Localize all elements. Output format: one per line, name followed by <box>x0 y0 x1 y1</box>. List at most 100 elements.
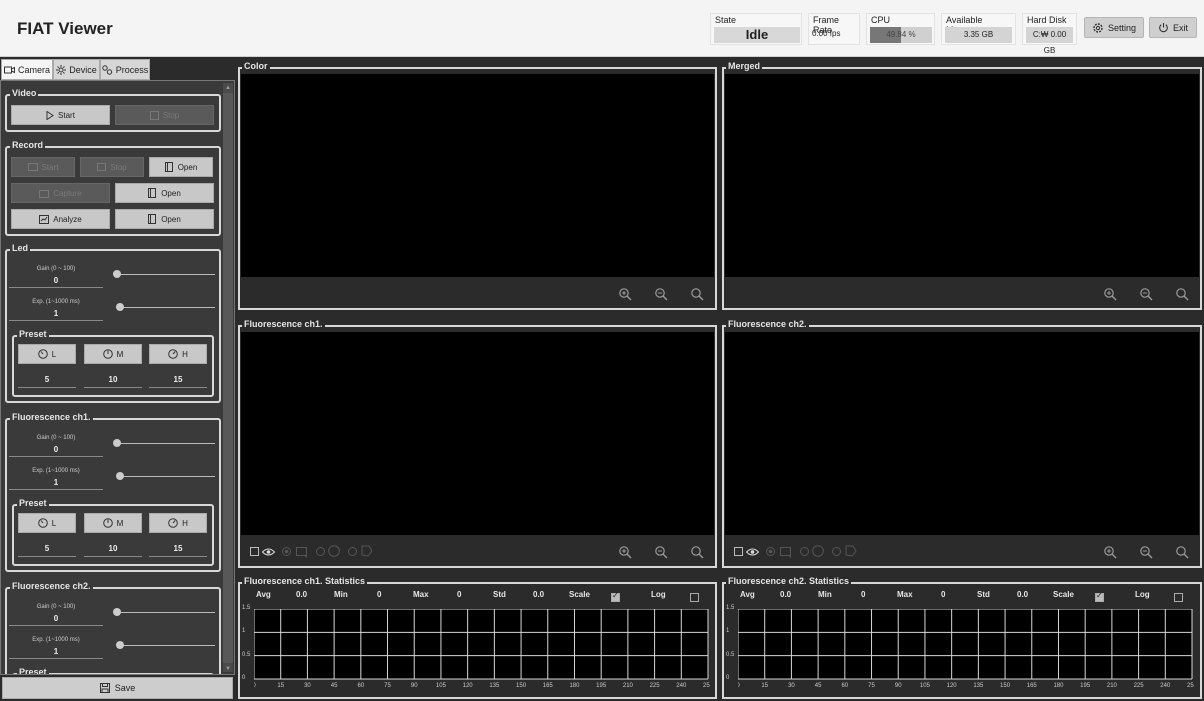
led-exp-slider-thumb[interactable] <box>116 303 124 311</box>
video-stop-button[interactable]: Stop <box>115 105 214 125</box>
scale-checkbox[interactable] <box>1095 591 1104 602</box>
x-tick-label: 210 <box>1107 683 1118 687</box>
stop-icon <box>149 110 159 120</box>
log-checkbox[interactable] <box>690 593 699 602</box>
led-preset-l-button[interactable]: L <box>18 344 76 364</box>
disk-value: C:₩ 0.00 GB <box>1026 27 1073 55</box>
play-icon <box>46 110 54 120</box>
fluo1-exp-slider-thumb[interactable] <box>116 472 124 480</box>
fluo2-panel: Fluorescence ch2. <box>722 319 1202 568</box>
tab-process-label: Process <box>115 64 149 75</box>
fluo2-preset-group: Preset <box>12 667 214 674</box>
fluo1-gain-slider-thumb[interactable] <box>113 439 121 447</box>
merged-image-view[interactable] <box>725 74 1199 277</box>
roi-polygon-point-icon[interactable] <box>832 547 841 556</box>
x-tick-label: 195 <box>1080 683 1091 687</box>
fluo2-exp-value: 1 <box>9 647 103 659</box>
log-checkbox[interactable] <box>1174 593 1183 602</box>
x-tick-label: 255 <box>1187 683 1194 687</box>
fluo2-gain-slider-thumb[interactable] <box>113 608 121 616</box>
select-checkbox-icon[interactable] <box>734 547 743 556</box>
gear-icon <box>1093 22 1103 33</box>
scroll-up-icon[interactable]: ▲ <box>223 84 233 92</box>
fluo1-preset-l-label: L <box>51 518 57 528</box>
select-checkbox-icon[interactable] <box>250 547 259 556</box>
record-group: Record Start Stop Open Capture Open Anal… <box>5 140 221 236</box>
zoom-fit-icon[interactable] <box>1175 287 1189 301</box>
record-open-label: Open <box>177 162 198 172</box>
analyze-open-button[interactable]: Open <box>115 209 214 229</box>
fluo2-stats-title: Fluorescence ch2. Statistics <box>726 576 852 586</box>
fluo1-image-view[interactable] <box>241 332 714 535</box>
zoom-in-icon[interactable] <box>1103 287 1117 301</box>
camera-icon <box>3 66 15 73</box>
zoom-in-icon[interactable] <box>1103 545 1117 559</box>
roi-polygon-point-icon[interactable] <box>348 547 357 556</box>
zoom-fit-icon[interactable] <box>1175 545 1189 559</box>
led-gain-slider[interactable] <box>116 274 215 275</box>
capture-button[interactable]: Capture <box>11 183 110 203</box>
record-start-button[interactable]: Start <box>11 157 75 177</box>
zoom-out-icon[interactable] <box>1139 545 1153 559</box>
zoom-in-icon[interactable] <box>618 545 632 559</box>
fluo2-exp-label: Exp. (1~1000 ms) <box>32 637 80 643</box>
fluo2-exp-slider[interactable] <box>119 645 215 646</box>
record-stop-button[interactable]: Stop <box>80 157 144 177</box>
roi-polygon-icon[interactable] <box>360 545 373 557</box>
roi-rectangle-icon[interactable] <box>780 547 793 558</box>
eye-icon[interactable] <box>262 548 275 556</box>
analyze-button[interactable]: Analyze <box>11 209 110 229</box>
roi-rectangle-icon[interactable] <box>296 547 309 558</box>
tab-camera[interactable]: Camera <box>1 59 53 80</box>
zoom-out-icon[interactable] <box>654 287 668 301</box>
tab-device[interactable]: Device <box>53 59 100 80</box>
roi-polygon-icon[interactable] <box>844 545 857 557</box>
fluo1-exp-slider[interactable] <box>119 476 215 477</box>
x-tick-label: 150 <box>1000 683 1011 687</box>
x-tick-label: 150 <box>516 683 527 687</box>
state-label: State <box>715 15 737 25</box>
eye-icon[interactable] <box>746 548 759 556</box>
fluo1-preset-m-button[interactable]: M <box>84 513 142 533</box>
led-preset-l-value: 5 <box>18 375 76 388</box>
roi-circle-icon[interactable] <box>328 545 340 557</box>
roi-point-icon[interactable] <box>766 547 775 556</box>
roi-small-circle-icon[interactable] <box>800 547 809 556</box>
fluo2-image-view[interactable] <box>725 332 1199 535</box>
exit-button[interactable]: Exit <box>1149 17 1197 38</box>
roi-circle-icon[interactable] <box>812 545 824 557</box>
roi-point-icon[interactable] <box>282 547 291 556</box>
color-image-view[interactable] <box>241 74 714 277</box>
zoom-out-icon[interactable] <box>654 545 668 559</box>
zoom-fit-icon[interactable] <box>690 545 704 559</box>
fluo1-preset-l-button[interactable]: L <box>18 513 76 533</box>
led-exp-slider[interactable] <box>119 307 215 308</box>
zoom-fit-icon[interactable] <box>690 287 704 301</box>
fluo2-exp-slider-thumb[interactable] <box>116 641 124 649</box>
x-tick-label: 210 <box>623 683 634 687</box>
x-tick-label: 180 <box>569 683 580 687</box>
capture-open-button[interactable]: Open <box>115 183 214 203</box>
led-preset-h-value: 15 <box>149 375 207 388</box>
save-button[interactable]: Save <box>2 677 233 699</box>
setting-button[interactable]: Setting <box>1084 17 1144 38</box>
led-preset-h-button[interactable]: H <box>149 344 207 364</box>
fluo2-gain-slider[interactable] <box>116 612 215 613</box>
video-start-button[interactable]: Start <box>11 105 110 125</box>
zoom-in-icon[interactable] <box>618 287 632 301</box>
zoom-out-icon[interactable] <box>1139 287 1153 301</box>
roi-small-circle-icon[interactable] <box>316 547 325 556</box>
scroll-down-icon[interactable]: ▼ <box>223 665 233 673</box>
fluo1-panel-label: Fluorescence ch1. <box>242 319 325 329</box>
fluo1-gain-slider[interactable] <box>116 443 215 444</box>
led-gain-slider-thumb[interactable] <box>113 270 121 278</box>
scale-checkbox[interactable] <box>611 591 620 602</box>
fluo1-exp-label: Exp. (1~1000 ms) <box>32 468 80 474</box>
record-open-button[interactable]: Open <box>149 157 213 177</box>
tab-process[interactable]: Process <box>100 59 150 80</box>
fluo1-stats-header: Avg 0.0 Min 0 Max 0 Std 0.0 Scale Log <box>242 590 713 604</box>
capture-icon <box>39 189 50 198</box>
led-preset-m-button[interactable]: M <box>84 344 142 364</box>
scrollbar-thumb[interactable] <box>223 93 233 663</box>
fluo1-preset-h-button[interactable]: H <box>149 513 207 533</box>
